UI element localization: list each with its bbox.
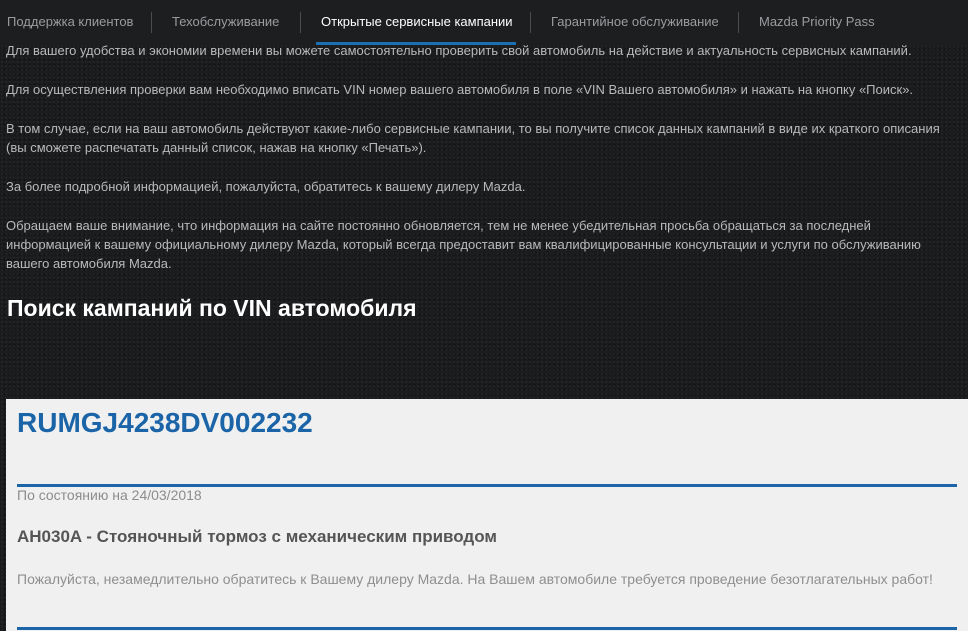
tab-separator xyxy=(530,12,531,33)
campaign-title: AH030A - Стояночный тормоз с механически… xyxy=(17,527,497,546)
tab-separator xyxy=(738,12,739,33)
campaign-result-card: RUMGJ4238DV002232 По состоянию на 24/03/… xyxy=(6,399,968,631)
intro-paragraph: Обращаем ваше внимание, что информация н… xyxy=(6,218,921,271)
tab-warranty-service[interactable]: Гарантийное обслуживание xyxy=(551,0,719,45)
tab-customer-support[interactable]: Поддержка клиентов xyxy=(7,0,133,45)
status-date: По состоянию на 24/03/2018 xyxy=(17,487,202,503)
tab-separator xyxy=(300,12,301,33)
vin-number: RUMGJ4238DV002232 xyxy=(17,407,313,438)
tab-separator xyxy=(151,12,152,33)
intro-paragraph: За более подробной информацией, пожалуйс… xyxy=(6,179,526,194)
campaign-description: Пожалуйста, незамедлительно обратитесь к… xyxy=(17,571,933,587)
intro-text: Для вашего удобства и экономии времени в… xyxy=(6,41,956,293)
active-tab-indicator xyxy=(316,42,516,45)
search-section-title: Поиск кампаний по VIN автомобиля xyxy=(7,295,417,321)
tab-maintenance[interactable]: Техобслуживание xyxy=(172,0,279,45)
tab-open-service-campaigns[interactable]: Открытые сервисные кампании xyxy=(321,0,513,45)
intro-paragraph: В том случае, если на ваш автомобиль дей… xyxy=(6,121,940,155)
service-tabs-nav: Поддержка клиентов Техобслуживание Откры… xyxy=(0,0,968,45)
result-divider xyxy=(17,627,957,630)
intro-paragraph: Для осуществления проверки вам необходим… xyxy=(6,82,914,97)
tab-mazda-priority-pass[interactable]: Mazda Priority Pass xyxy=(759,0,875,45)
